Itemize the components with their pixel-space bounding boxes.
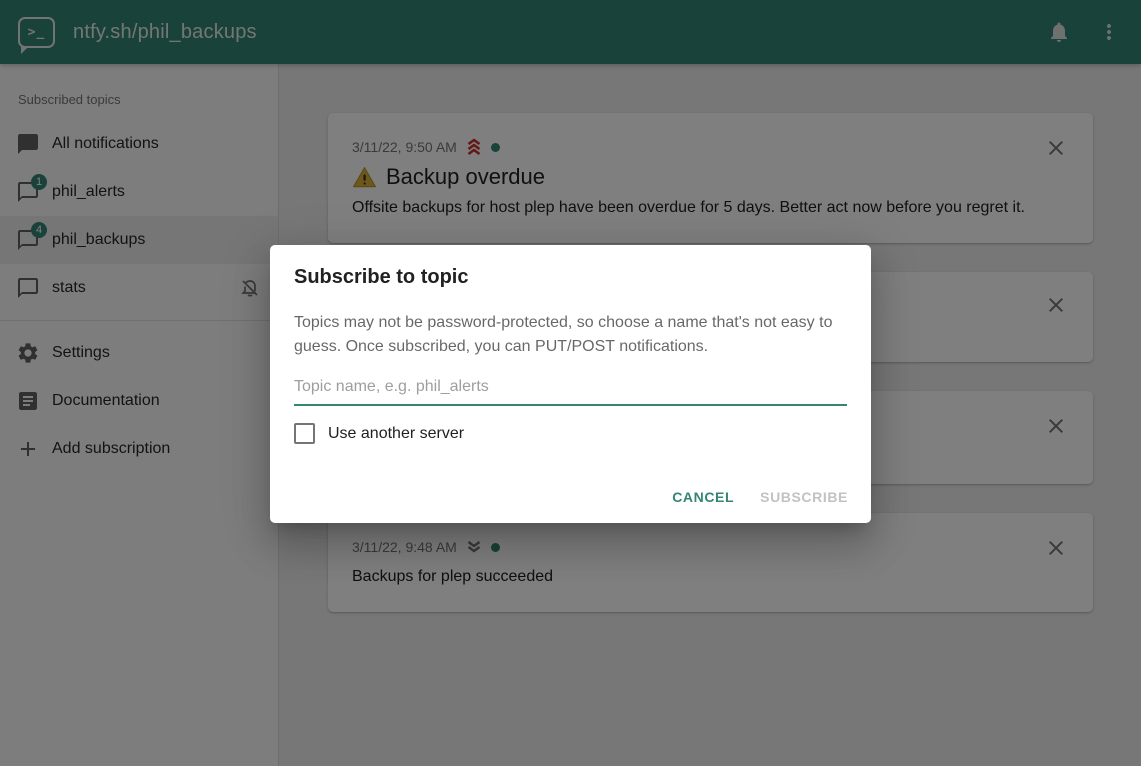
dialog-description: Topics may not be password-protected, so… (270, 289, 871, 359)
dialog-title: Subscribe to topic (270, 245, 871, 289)
subscribe-button[interactable]: SUBSCRIBE (747, 480, 861, 514)
topic-name-input[interactable] (294, 372, 847, 406)
subscribe-dialog: Subscribe to topic Topics may not be pas… (270, 245, 871, 523)
checkbox-label: Use another server (328, 425, 464, 443)
ntfy-app: >_ ntfy.sh/phil_backups Subscribed topic… (0, 0, 1141, 766)
use-another-server-option[interactable]: Use another server (294, 423, 847, 444)
dialog-actions: CANCEL SUBSCRIBE (659, 480, 861, 514)
cancel-button[interactable]: CANCEL (659, 480, 747, 514)
checkbox-unchecked-icon[interactable] (294, 423, 315, 444)
